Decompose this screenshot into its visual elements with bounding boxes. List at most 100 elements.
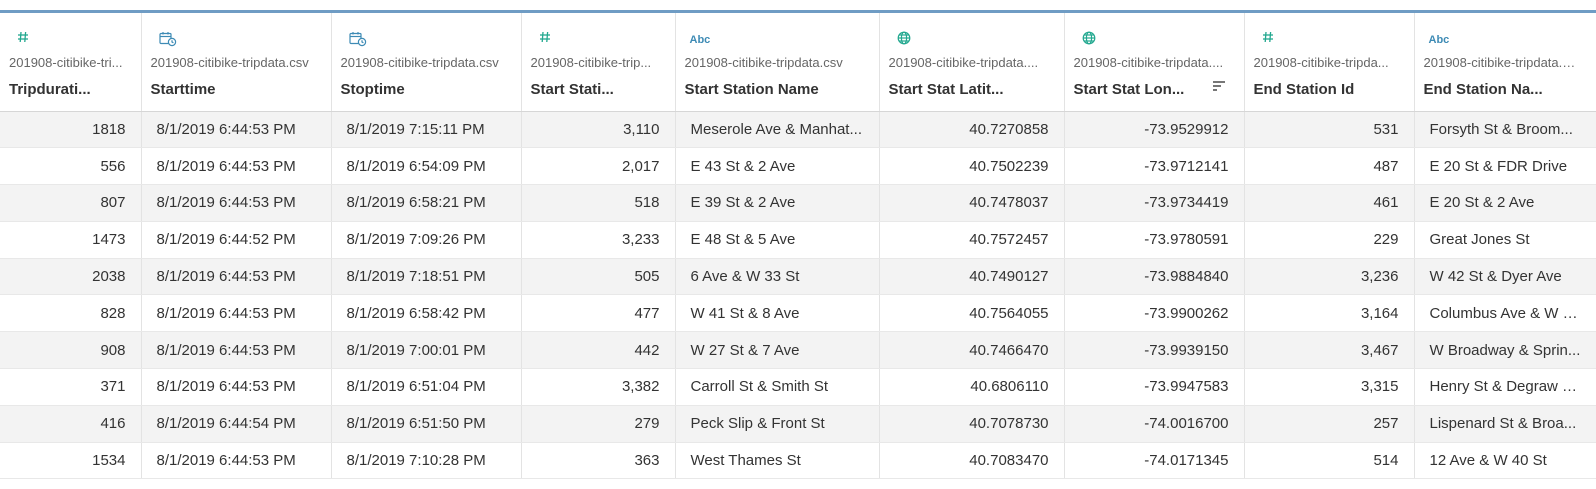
table-cell[interactable]: 40.7270858 [879,111,1065,149]
table-cell[interactable]: 442 [521,331,676,370]
table-cell[interactable]: 40.7478037 [879,184,1065,222]
table-cell[interactable]: 2038 [0,258,142,296]
table-cell[interactable]: -73.9529912 [1064,111,1245,149]
table-cell[interactable]: 3,233 [521,221,676,259]
table-cell[interactable]: West Thames St [675,442,880,480]
table-cell[interactable]: 40.7502239 [879,147,1065,186]
sort-icon[interactable] [1212,79,1226,93]
table-cell[interactable]: W 41 St & 8 Ave [675,294,880,333]
table-cell[interactable]: 531 [1244,111,1415,149]
table-cell[interactable]: -74.0016700 [1064,405,1245,443]
table-cell[interactable]: 8/1/2019 7:10:28 PM [331,442,522,480]
table-cell[interactable]: 8/1/2019 6:51:50 PM [331,405,522,443]
table-cell[interactable]: 3,382 [521,368,676,406]
table-cell[interactable]: 518 [521,184,676,222]
table-cell[interactable]: 40.7466470 [879,331,1065,370]
table-cell[interactable]: 3,236 [1244,258,1415,296]
table-cell[interactable]: 8/1/2019 6:44:53 PM [141,331,332,370]
table-cell[interactable]: 556 [0,147,142,186]
table-cell[interactable]: Forsyth St & Broom... [1414,111,1596,149]
table-cell[interactable]: W Broadway & Sprin... [1414,331,1596,370]
table-cell[interactable]: 279 [521,405,676,443]
table-cell[interactable]: Great Jones St [1414,221,1596,259]
table-cell[interactable]: -73.9712141 [1064,147,1245,186]
table-cell[interactable]: 487 [1244,147,1415,186]
column-header[interactable]: 201908-citibike-tripdata.csv Starttime [141,13,332,112]
table-cell[interactable]: Lispenard St & Broa... [1414,405,1596,443]
table-cell[interactable]: 8/1/2019 7:15:11 PM [331,111,522,149]
column-header[interactable]: 201908-citibike-trip... Start Stati... [521,13,676,112]
table-cell[interactable]: 1534 [0,442,142,480]
table-cell[interactable]: 257 [1244,405,1415,443]
table-cell[interactable]: 8/1/2019 6:51:04 PM [331,368,522,406]
table-cell[interactable]: 8/1/2019 7:00:01 PM [331,331,522,370]
table-cell[interactable]: 371 [0,368,142,406]
table-cell[interactable]: 8/1/2019 6:44:53 PM [141,258,332,296]
column-header[interactable]: Abc 201908-citibike-tripdata.csv End Stati… [1414,13,1596,112]
table-cell[interactable]: 908 [0,331,142,370]
table-cell[interactable]: -73.9734419 [1064,184,1245,222]
table-row[interactable]: 828 8/1/2019 6:44:53 PM 8/1/2019 6:58:42 P… [0,294,1596,333]
table-row[interactable]: 2038 8/1/2019 6:44:53 PM 8/1/2019 7:18:51 … [0,258,1596,296]
table-cell[interactable]: 40.7083470 [879,442,1065,480]
table-row[interactable]: 908 8/1/2019 6:44:53 PM 8/1/2019 7:00:01 P… [0,331,1596,370]
table-cell[interactable]: 828 [0,294,142,333]
table-cell[interactable]: -73.9780591 [1064,221,1245,259]
table-cell[interactable]: 3,467 [1244,331,1415,370]
table-cell[interactable]: 8/1/2019 6:58:42 PM [331,294,522,333]
column-header[interactable]: 201908-citibike-tripdata.... Start Stat L… [879,13,1065,112]
table-cell[interactable]: -73.9884840 [1064,258,1245,296]
table-cell[interactable]: 12 Ave & W 40 St [1414,442,1596,480]
table-cell[interactable]: 3,315 [1244,368,1415,406]
table-cell[interactable]: 8/1/2019 6:44:53 PM [141,184,332,222]
table-cell[interactable]: 416 [0,405,142,443]
table-cell[interactable]: 505 [521,258,676,296]
table-cell[interactable]: 461 [1244,184,1415,222]
table-row[interactable]: 371 8/1/2019 6:44:53 PM 8/1/2019 6:51:04 P… [0,368,1596,406]
table-cell[interactable]: 1818 [0,111,142,149]
table-cell[interactable]: Peck Slip & Front St [675,405,880,443]
column-header[interactable]: 201908-citibike-tripdata.csv Stoptime [331,13,522,112]
column-header[interactable]: 201908-citibike-tripdata.... Start Stat L… [1064,13,1245,112]
table-cell[interactable]: 8/1/2019 7:18:51 PM [331,258,522,296]
table-cell[interactable]: 8/1/2019 6:44:53 PM [141,294,332,333]
table-cell[interactable]: 3,164 [1244,294,1415,333]
table-row[interactable]: 1473 8/1/2019 6:44:52 PM 8/1/2019 7:09:26 … [0,221,1596,259]
table-cell[interactable]: 363 [521,442,676,480]
table-cell[interactable]: W 27 St & 7 Ave [675,331,880,370]
table-cell[interactable]: E 39 St & 2 Ave [675,184,880,222]
table-cell[interactable]: 3,110 [521,111,676,149]
table-cell[interactable]: E 43 St & 2 Ave [675,147,880,186]
table-row[interactable]: 1818 8/1/2019 6:44:53 PM 8/1/2019 7:15:11 … [0,111,1596,149]
table-cell[interactable]: Henry St & Degraw S... [1414,368,1596,406]
table-cell[interactable]: -74.0171345 [1064,442,1245,480]
table-cell[interactable]: -73.9900262 [1064,294,1245,333]
table-cell[interactable]: 8/1/2019 6:44:53 PM [141,442,332,480]
table-cell[interactable]: 8/1/2019 6:44:53 PM [141,111,332,149]
table-cell[interactable]: 8/1/2019 6:44:53 PM [141,147,332,186]
table-cell[interactable]: 2,017 [521,147,676,186]
table-cell[interactable]: 6 Ave & W 33 St [675,258,880,296]
table-cell[interactable]: 229 [1244,221,1415,259]
column-header[interactable]: 201908-citibike-tripda... End Station Id [1244,13,1415,112]
table-row[interactable]: 1534 8/1/2019 6:44:53 PM 8/1/2019 7:10:28 … [0,442,1596,480]
table-cell[interactable]: Columbus Ave & W 7... [1414,294,1596,333]
table-cell[interactable]: 40.7564055 [879,294,1065,333]
table-cell[interactable]: 8/1/2019 6:44:54 PM [141,405,332,443]
table-cell[interactable]: 807 [0,184,142,222]
table-row[interactable]: 556 8/1/2019 6:44:53 PM 8/1/2019 6:54:09 P… [0,147,1596,186]
table-cell[interactable]: 1473 [0,221,142,259]
column-header[interactable]: 201908-citibike-tri... Tripdurati... [0,13,142,112]
table-cell[interactable]: 8/1/2019 6:44:52 PM [141,221,332,259]
table-cell[interactable]: 477 [521,294,676,333]
table-cell[interactable]: 40.6806110 [879,368,1065,406]
table-row[interactable]: 416 8/1/2019 6:44:54 PM 8/1/2019 6:51:50 P… [0,405,1596,443]
table-row[interactable]: 807 8/1/2019 6:44:53 PM 8/1/2019 6:58:21 P… [0,184,1596,222]
table-cell[interactable]: -73.9947583 [1064,368,1245,406]
table-cell[interactable]: 40.7572457 [879,221,1065,259]
table-cell[interactable]: 514 [1244,442,1415,480]
table-cell[interactable]: 8/1/2019 7:09:26 PM [331,221,522,259]
table-cell[interactable]: E 20 St & FDR Drive [1414,147,1596,186]
table-cell[interactable]: 8/1/2019 6:44:53 PM [141,368,332,406]
table-cell[interactable]: 8/1/2019 6:58:21 PM [331,184,522,222]
